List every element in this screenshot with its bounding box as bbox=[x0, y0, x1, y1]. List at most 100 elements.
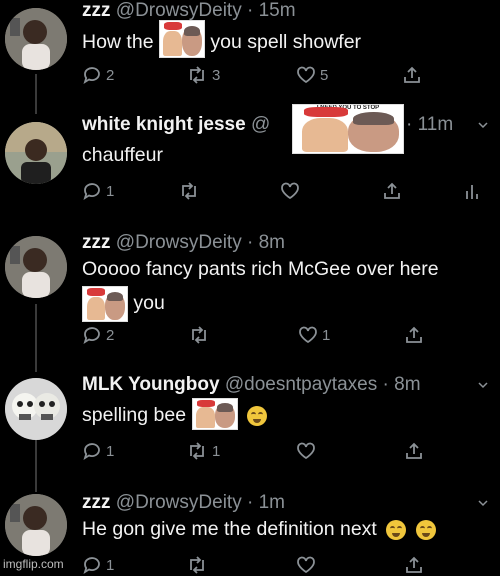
stop-meme-image: I NEED YOU TO STOP bbox=[292, 104, 404, 154]
like-button[interactable] bbox=[296, 440, 316, 462]
retweet-icon bbox=[192, 326, 206, 344]
timestamp: · 15m bbox=[246, 0, 296, 21]
like-icon bbox=[281, 182, 299, 200]
reply-icon bbox=[83, 67, 100, 85]
retweet-icon bbox=[182, 182, 196, 200]
tweet-text: He gon give me the definition next bbox=[82, 518, 436, 541]
reply-count: 2 bbox=[106, 326, 115, 344]
timestamp: · 11m bbox=[406, 114, 454, 135]
like-count: 5 bbox=[320, 66, 329, 84]
retweet-icon bbox=[190, 66, 204, 84]
tweet-text-part: How the bbox=[82, 31, 154, 54]
timestamp: · 1m bbox=[246, 492, 285, 513]
share-icon bbox=[406, 326, 422, 343]
reply-button[interactable]: 2 bbox=[82, 324, 114, 346]
user-handle[interactable]: @DrowsyDeity bbox=[116, 492, 242, 513]
tweet-text: Ooooo fancy pants rich McGee over here bbox=[82, 258, 439, 280]
reply-icon bbox=[83, 557, 100, 575]
share-icon bbox=[384, 182, 400, 199]
crying-laughing-emoji bbox=[415, 519, 436, 540]
share-icon bbox=[404, 66, 420, 83]
avatar[interactable] bbox=[5, 8, 67, 70]
like-count: 1 bbox=[322, 326, 331, 344]
analytics-button[interactable] bbox=[464, 180, 480, 202]
share-button[interactable] bbox=[382, 180, 402, 202]
like-button[interactable]: 1 bbox=[298, 324, 330, 346]
user-handle[interactable]: @ bbox=[251, 114, 270, 135]
share-button[interactable] bbox=[404, 440, 424, 462]
like-icon bbox=[297, 556, 315, 574]
reply-count: 2 bbox=[106, 66, 115, 84]
stop-meme-image bbox=[82, 286, 128, 322]
chevron-down-icon[interactable] bbox=[478, 380, 488, 390]
avatar[interactable] bbox=[5, 236, 67, 298]
share-icon bbox=[406, 556, 422, 573]
share-button[interactable] bbox=[404, 324, 424, 346]
reply-count: 1 bbox=[106, 556, 115, 574]
stop-meme-image bbox=[158, 20, 205, 58]
thread-line bbox=[35, 434, 37, 492]
display-name[interactable]: zzz bbox=[82, 232, 111, 253]
tweet-text-part: you spell showfer bbox=[210, 31, 362, 54]
retweet-button[interactable] bbox=[188, 324, 210, 346]
retweet-count: 1 bbox=[212, 442, 221, 460]
tweet-actions: 1 bbox=[82, 180, 492, 202]
tweet-header: zzz @DrowsyDeity · 8m bbox=[82, 232, 285, 254]
display-name[interactable]: zzz bbox=[82, 492, 111, 513]
display-name[interactable]: zzz bbox=[82, 0, 111, 21]
reply-count: 1 bbox=[106, 442, 115, 460]
tweet-text: chauffeur bbox=[82, 144, 163, 166]
retweet-button[interactable]: 3 bbox=[186, 64, 220, 86]
tweet-text-part: you bbox=[133, 292, 165, 315]
retweet-icon bbox=[190, 556, 204, 574]
thread-line bbox=[35, 304, 37, 372]
like-icon bbox=[297, 442, 315, 460]
retweet-button[interactable]: 1 bbox=[186, 440, 220, 462]
user-handle[interactable]: @DrowsyDeity bbox=[116, 232, 242, 253]
crying-laughing-emoji bbox=[246, 406, 267, 426]
tweet-header: zzz @DrowsyDeity · 1m bbox=[82, 492, 285, 514]
tweet-text: spelling bee bbox=[82, 398, 267, 430]
user-handle[interactable]: @DrowsyDeity bbox=[116, 0, 242, 21]
avatar[interactable] bbox=[5, 378, 67, 440]
display-name[interactable]: MLK Youngboy bbox=[82, 374, 220, 395]
reply-button[interactable]: 1 bbox=[82, 180, 114, 202]
tweet-actions: 2 3 5 bbox=[82, 64, 492, 86]
reply-icon bbox=[83, 183, 100, 201]
reply-icon bbox=[83, 327, 100, 345]
share-icon bbox=[406, 442, 422, 459]
retweet-button[interactable] bbox=[178, 180, 200, 202]
thread-line bbox=[35, 74, 37, 114]
like-button[interactable] bbox=[280, 180, 300, 202]
like-button[interactable]: 5 bbox=[296, 64, 328, 86]
tweet-header: white knight jesse @ bbox=[82, 114, 270, 136]
reply-count: 1 bbox=[106, 182, 115, 200]
tweet-actions: 2 1 bbox=[82, 324, 492, 346]
tweet-actions: 1 1 bbox=[82, 440, 492, 462]
user-handle[interactable]: @doesntpaytaxes bbox=[225, 374, 377, 395]
stop-meme-image bbox=[191, 398, 238, 430]
retweet-icon bbox=[190, 442, 204, 460]
like-icon bbox=[297, 66, 315, 84]
watermark: imgflip.com bbox=[3, 557, 64, 571]
analytics-icon bbox=[466, 185, 478, 199]
like-icon bbox=[299, 326, 317, 344]
tweet-text-part: spelling bee bbox=[82, 404, 187, 427]
chevron-down-icon[interactable] bbox=[478, 498, 488, 508]
avatar[interactable] bbox=[5, 122, 67, 184]
chevron-down-icon[interactable] bbox=[478, 120, 488, 130]
timestamp: · 8m bbox=[382, 374, 421, 395]
reply-button[interactable]: 1 bbox=[82, 440, 114, 462]
share-button[interactable] bbox=[402, 64, 422, 86]
tweet-text-part: He gon give me the definition next bbox=[82, 518, 377, 540]
tweet-text-line-2: you bbox=[82, 286, 165, 322]
timestamp: · 8m bbox=[246, 232, 285, 253]
crying-laughing-emoji bbox=[386, 519, 407, 540]
retweet-count: 3 bbox=[212, 66, 221, 84]
tweet-header: MLK Youngboy @doesntpaytaxes · 8m bbox=[82, 374, 421, 396]
tweet-text: How the you spell showfer bbox=[82, 20, 362, 58]
tweet-header: zzz @DrowsyDeity · 15m bbox=[82, 0, 296, 22]
avatar[interactable] bbox=[5, 494, 67, 556]
reply-button[interactable]: 2 bbox=[82, 64, 114, 86]
display-name[interactable]: white knight jesse bbox=[82, 114, 246, 135]
